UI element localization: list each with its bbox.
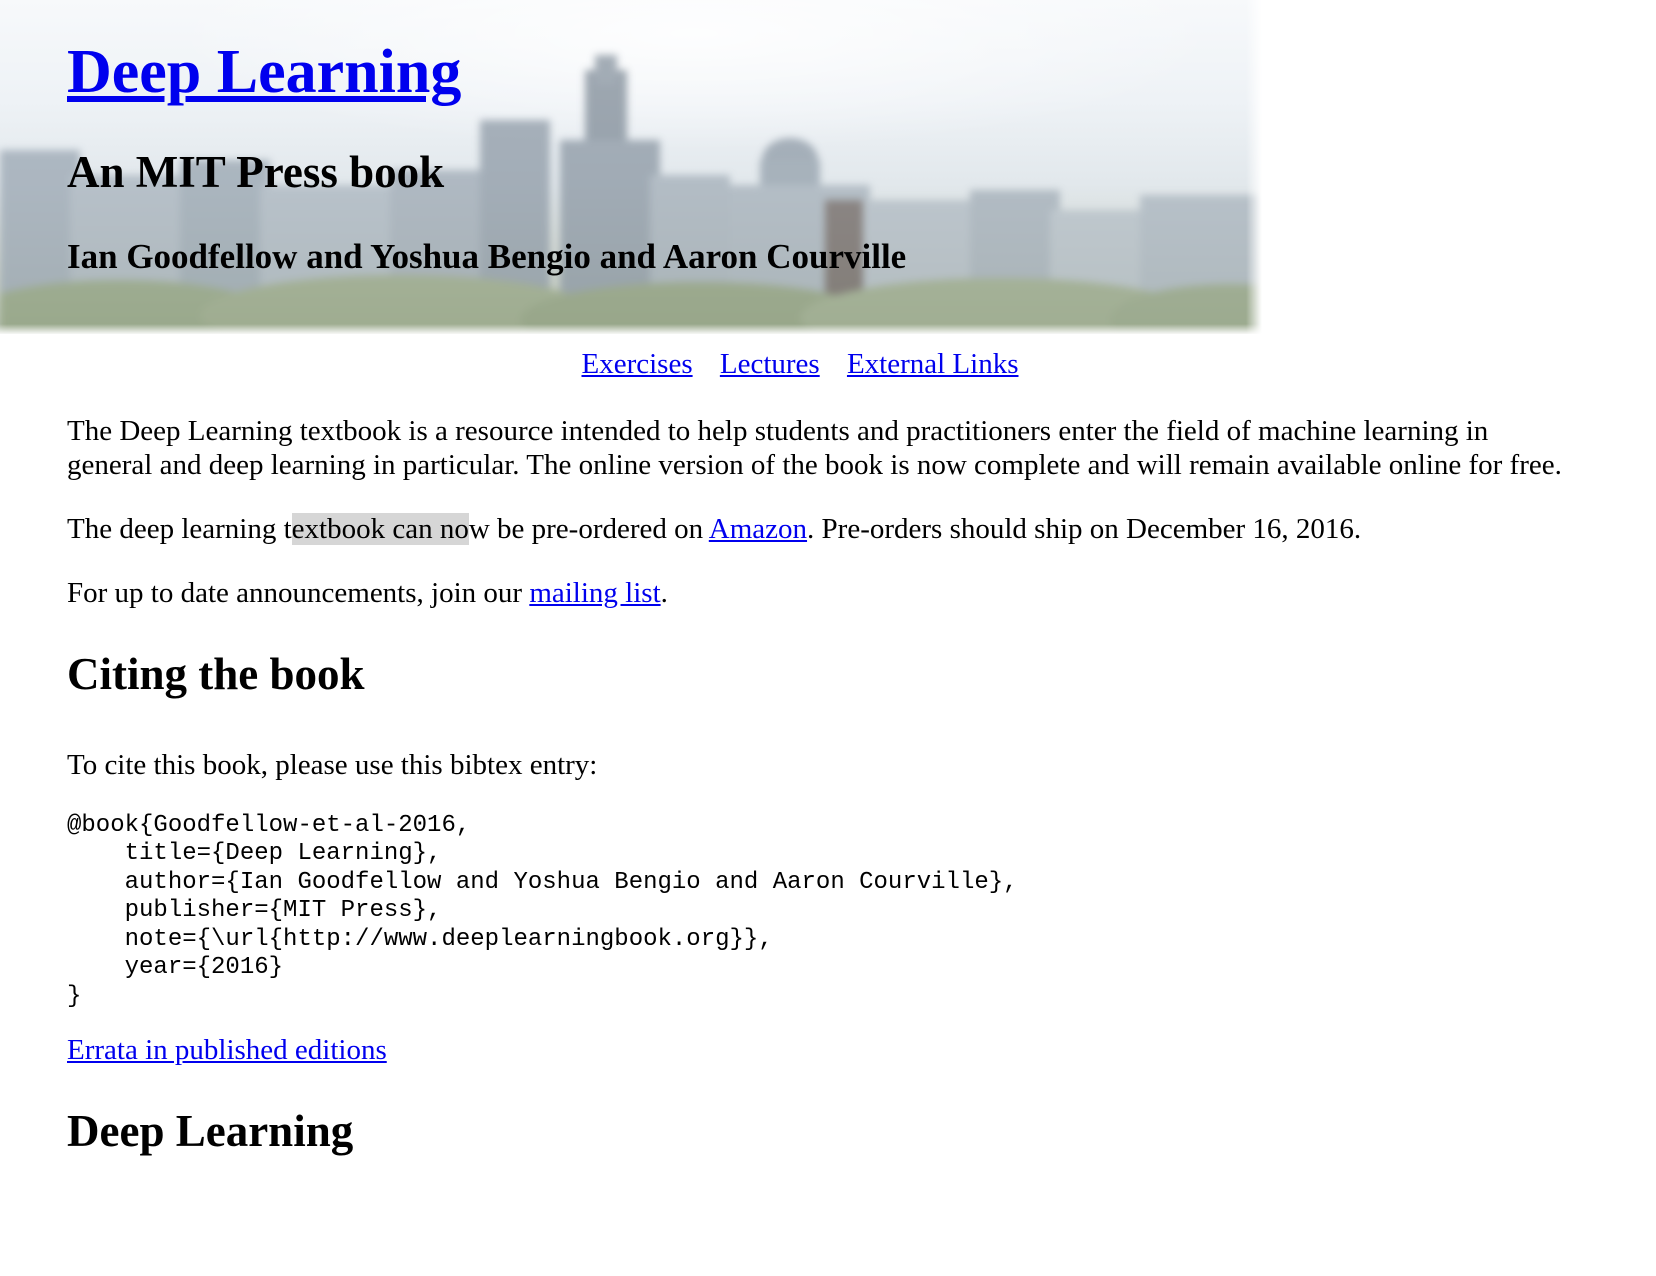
mailing-text-end: .	[660, 577, 668, 609]
site-title: Deep Learning	[67, 38, 461, 106]
nav-link-lectures[interactable]: Lectures	[720, 348, 820, 380]
preorder-text-end: . Pre-orders should ship on December 16,…	[807, 513, 1362, 545]
amazon-link[interactable]: Amazon	[709, 513, 807, 545]
main-content: The Deep Learning textbook is a resource…	[67, 414, 1567, 1205]
site-subtitle: An MIT Press book	[67, 147, 445, 197]
top-nav: Exercises Lectures External Links	[0, 348, 1600, 381]
mailing-list-link[interactable]: mailing list	[529, 577, 660, 609]
mailing-text-start: For up to date announcements, join our	[67, 577, 530, 609]
selected-text-highlight: extbook can no	[291, 513, 469, 545]
citing-heading: Citing the book	[67, 649, 365, 699]
nav-link-external-links[interactable]: External Links	[847, 348, 1019, 380]
preorder-paragraph: The deep learning textbook can now be pr…	[67, 512, 1567, 546]
preorder-text-start: The deep learning t	[67, 513, 292, 545]
preorder-text-mid: w be pre-ordered on	[468, 513, 709, 545]
site-title-link[interactable]: Deep Learning	[67, 38, 461, 106]
intro-paragraph: The Deep Learning textbook is a resource…	[67, 415, 1562, 481]
bibtex-entry: @book{Goodfellow-et-al-2016, title={Deep…	[67, 811, 1018, 1010]
errata-link[interactable]: Errata in published editions	[67, 1033, 1567, 1067]
deep-learning-section-heading: Deep Learning	[67, 1106, 354, 1156]
nav-link-exercises[interactable]: Exercises	[581, 348, 692, 380]
mailing-paragraph: For up to date announcements, join our m…	[67, 576, 1567, 610]
citing-intro: To cite this book, please use this bibte…	[67, 748, 598, 781]
site-authors: Ian Goodfellow and Yoshua Bengio and Aar…	[67, 237, 907, 276]
